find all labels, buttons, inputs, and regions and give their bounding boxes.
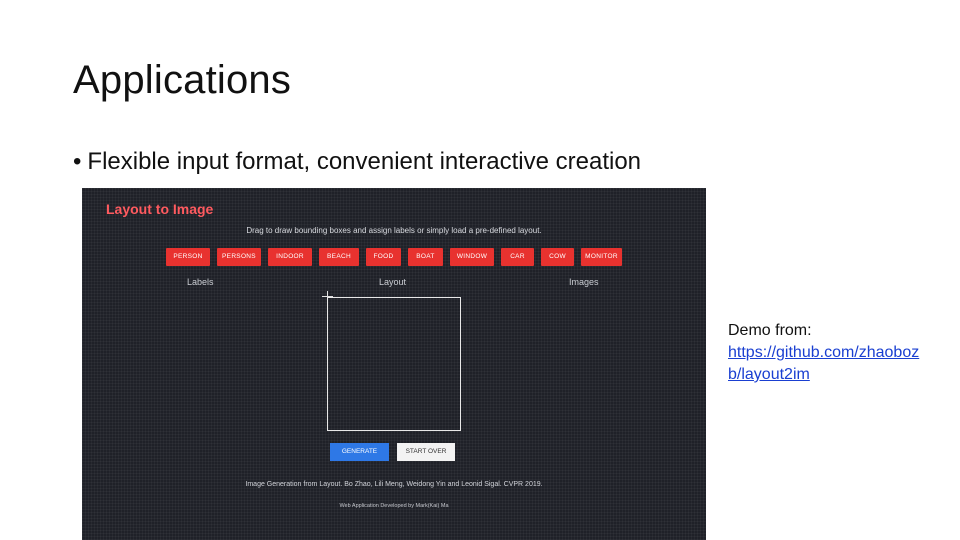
label-button-car[interactable]: CAR — [501, 248, 534, 266]
label-button-row: PERSON PERSONS INDOOR BEACH FOOD BOAT WI… — [166, 248, 622, 266]
column-heading-images: Images — [569, 277, 599, 287]
layout-drawing-canvas[interactable] — [327, 297, 461, 431]
column-heading-layout: Layout — [379, 277, 407, 287]
label-button-monitor[interactable]: MONITOR — [581, 248, 622, 266]
github-link[interactable]: https://github.com/zhaoboz b/layout2im — [728, 342, 948, 386]
label-button-person[interactable]: PERSON — [166, 248, 210, 266]
label-button-food[interactable]: FOOD — [366, 248, 401, 266]
demo-instructions: Drag to draw bounding boxes and assign l… — [246, 226, 542, 235]
label-button-indoor[interactable]: INDOOR — [268, 248, 312, 266]
label-button-beach[interactable]: BEACH — [319, 248, 359, 266]
paper-citation: Image Generation from Layout. Bo Zhao, L… — [245, 481, 543, 488]
demo-source-note: Demo from: https://github.com/zhaoboz b/… — [728, 320, 948, 386]
label-button-window[interactable]: WINDOW — [450, 248, 494, 266]
column-heading-labels: Labels — [187, 277, 214, 287]
label-button-persons[interactable]: PERSONS — [217, 248, 261, 266]
label-button-boat[interactable]: BOAT — [408, 248, 443, 266]
bullet-point: • Flexible input format, convenient inter… — [73, 148, 641, 176]
demo-app-title: Layout to Image — [106, 201, 214, 217]
developer-credit: Web Application Developed by Mark(Kai) M… — [339, 503, 449, 509]
demo-source-label: Demo from: — [728, 322, 812, 339]
bullet-text: Flexible input format, convenient intera… — [87, 148, 642, 175]
bullet-symbol: • — [73, 148, 82, 175]
start-over-button[interactable]: START OVER — [397, 443, 455, 461]
label-button-cow[interactable]: COW — [541, 248, 574, 266]
slide-title: Applications — [73, 58, 292, 102]
generate-button[interactable]: GENERATE — [330, 443, 389, 461]
demo-screenshot: Layout to Image Drag to draw bounding bo… — [82, 188, 706, 540]
